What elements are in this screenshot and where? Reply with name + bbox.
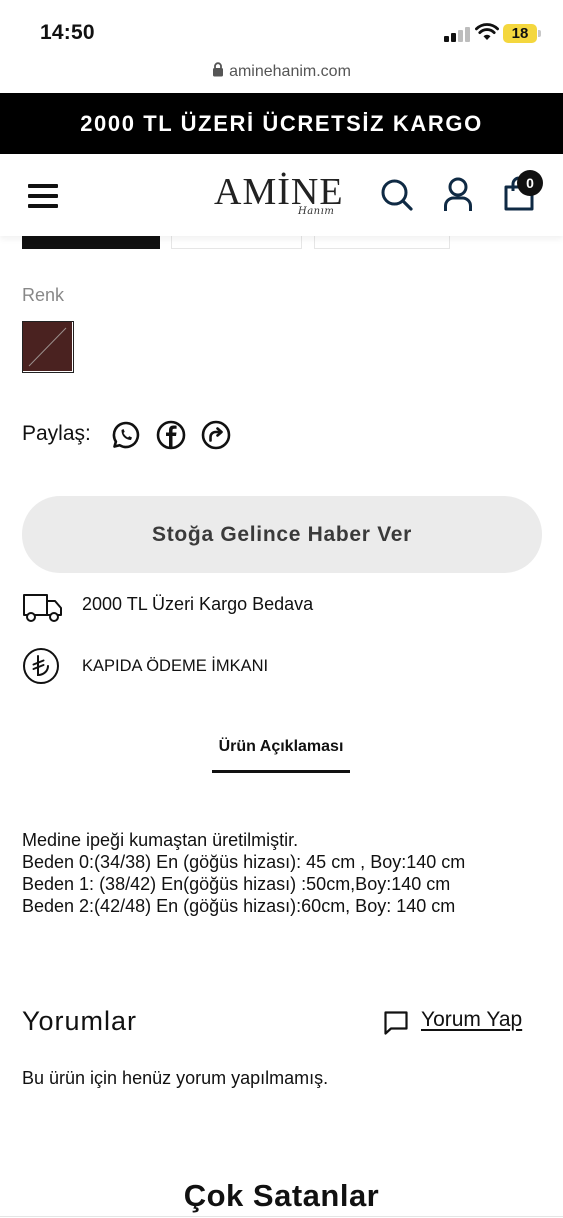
product-description: Medine ipeği kumaştan üretilmiştir. Bede… [22,829,465,917]
best-sellers-heading: Çok Satanlar [183,1178,380,1213]
tab-product-description[interactable]: Ürün Açıklaması [212,738,350,773]
announcement-bar: 2000 TL ÜZERİ ÜCRETSİZ KARGO [0,93,563,154]
no-reviews-message: Bu ürün için henüz yorum yapılmamış. [22,1068,329,1088]
facebook-icon[interactable] [156,420,186,450]
description-line: Beden 1: (38/42) En(göğüs hizası) :50cm,… [22,874,451,894]
url-text: aminehanim.com [229,63,351,80]
cellular-signal-icon [444,26,470,42]
logo-subtext: Hanım [298,206,335,217]
lock-icon [213,62,224,77]
comment-icon [384,1011,408,1035]
color-label: Renk [22,285,65,305]
cart-count-badge: 0 [517,170,543,196]
whatsapp-icon[interactable] [111,420,141,450]
brand-logo[interactable]: AMİNE Hanım [214,170,349,218]
description-line: Medine ipeği kumaştan üretilmiştir. [22,830,299,850]
status-time: 14:50 [40,21,95,44]
free-shipping-info: 2000 TL Üzeri Kargo Bedava [22,590,342,626]
bottom-divider [0,1216,563,1217]
wifi-icon [475,23,499,40]
truck-icon [23,594,62,622]
swatch-fill [23,322,72,371]
search-icon[interactable] [380,178,414,212]
color-swatch-brown[interactable] [22,321,74,373]
share-arrow-icon[interactable] [201,420,231,450]
share-label: Paylaş: [22,422,91,445]
feature-text-shipping: 2000 TL Üzeri Kargo Bedava [82,594,314,614]
battery-level: 18 [503,24,537,43]
user-account-icon[interactable] [443,177,473,213]
description-line: Beden 2:(42/48) En (göğüs hizası):60cm, … [22,896,456,916]
site-header: AMİNE Hanım 0 [0,154,563,236]
reviews-heading: Yorumlar [22,1006,138,1036]
battery-cap [538,30,541,37]
status-bar: 14:50 18 [0,0,563,62]
cash-on-delivery-info: KAPIDA ÖDEME İMKANI [22,647,322,684]
description-line: Beden 0:(34/38) En (göğüs hizası): 45 cm… [22,852,466,872]
feature-text-cod: KAPIDA ÖDEME İMKANI [82,657,269,675]
browser-url-bar[interactable]: aminehanim.com [0,62,563,93]
hamburger-menu-icon[interactable] [28,184,58,208]
lira-icon [23,648,59,684]
write-review-label: Yorum Yap [421,1008,523,1031]
notify-when-in-stock-button[interactable]: Stoğa Gelince Haber Ver [22,496,542,573]
